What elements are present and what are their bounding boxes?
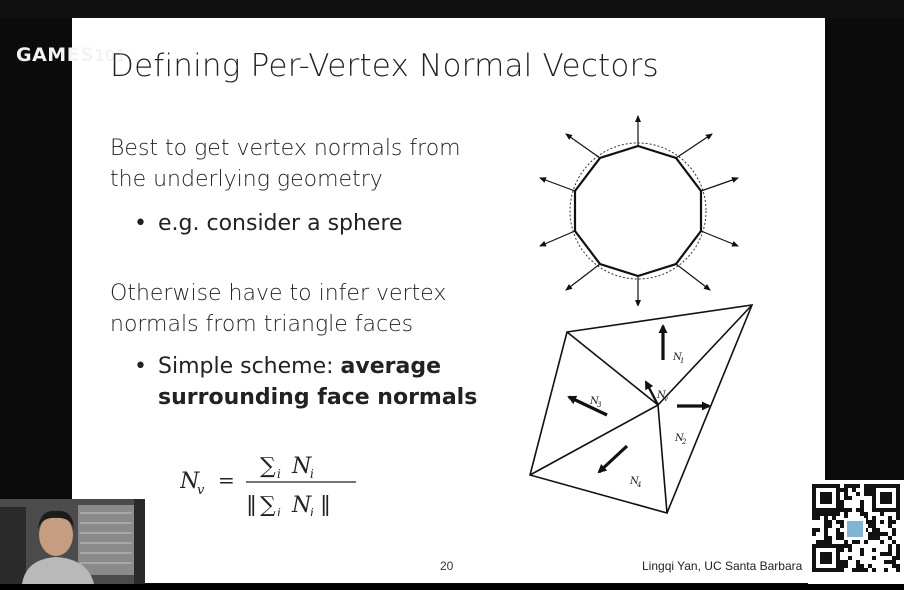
n3-label-sub: 3 — [597, 401, 602, 409]
formula-var-bottom-sub: i — [310, 506, 314, 516]
sub-bullet-2-bold-1: average — [340, 354, 442, 379]
paragraph-1-line-2: the underlying geometry — [110, 167, 383, 192]
formula-sum-bottom-sub: i — [277, 506, 281, 516]
n4-arrow — [597, 444, 629, 474]
bottom-black-bar — [0, 584, 904, 590]
slide: Defining Per-Vertex Normal Vectors Best … — [72, 18, 825, 583]
formula-sum-bottom: ∑ — [260, 493, 276, 516]
nv-label-sub: v — [664, 395, 668, 403]
games-watermark-logo: GAMES101 — [16, 44, 126, 66]
n4-label-sub: 4 — [636, 481, 641, 489]
formula-equals: = — [218, 468, 235, 492]
sphere-dashed-circle — [569, 142, 707, 280]
formula-var-bottom: N — [291, 493, 312, 516]
webcam-video — [0, 499, 145, 584]
paragraph-1-line-1: Best to get vertex normals from — [110, 136, 461, 161]
qr-code — [808, 480, 904, 584]
formula-lhs-sub: v — [197, 483, 205, 498]
paragraph-2-line-2: normals from triangle faces — [110, 312, 414, 337]
watermark-brand: GAMES — [16, 44, 95, 66]
n2-label-sub: 2 — [681, 438, 687, 446]
watermark-faint: 101 — [94, 46, 127, 65]
qr-code-image — [812, 484, 900, 572]
formula-var-top-sub: i — [310, 467, 314, 481]
slide-title: Defining Per-Vertex Normal Vectors — [110, 48, 659, 84]
bullet-dot: • — [134, 354, 147, 379]
sub-bullet-2-bold-2: surrounding face normals — [158, 385, 478, 410]
sub-bullet-1-text: e.g. consider a sphere — [158, 211, 403, 236]
footer-credit: Lingqi Yan, UC Santa Barbara — [642, 559, 803, 573]
sphere-vertex-normals-diagram — [539, 115, 739, 306]
n1-label-sub: 1 — [680, 357, 684, 365]
webcam-presenter-image — [0, 499, 145, 584]
sub-bullet-2: • Simple scheme: average surrounding fac… — [134, 351, 477, 413]
formula-var-top: N — [291, 454, 312, 479]
formula-sum-top: ∑ — [260, 454, 276, 479]
paragraph-2-line-1: Otherwise have to infer vertex — [110, 281, 447, 306]
triangle-face-normals-diagram: N 1 N 2 N 3 N 4 N v — [529, 304, 754, 514]
decagon-outline — [573, 144, 703, 278]
formula-norm-right: ‖ — [320, 493, 331, 516]
top-black-bar — [0, 0, 904, 18]
page-number: 20 — [440, 559, 454, 573]
normal-average-formula: N v = ∑ i N i ‖ ∑ i N i ‖ — [180, 454, 356, 516]
sub-bullet-2-text: Simple scheme: — [158, 354, 341, 379]
formula-norm-left: ‖ — [246, 493, 257, 516]
bullet-dot: • — [134, 211, 147, 236]
sub-bullet-1: • e.g. consider a sphere — [134, 208, 403, 239]
formula-sum-top-sub: i — [277, 467, 281, 481]
